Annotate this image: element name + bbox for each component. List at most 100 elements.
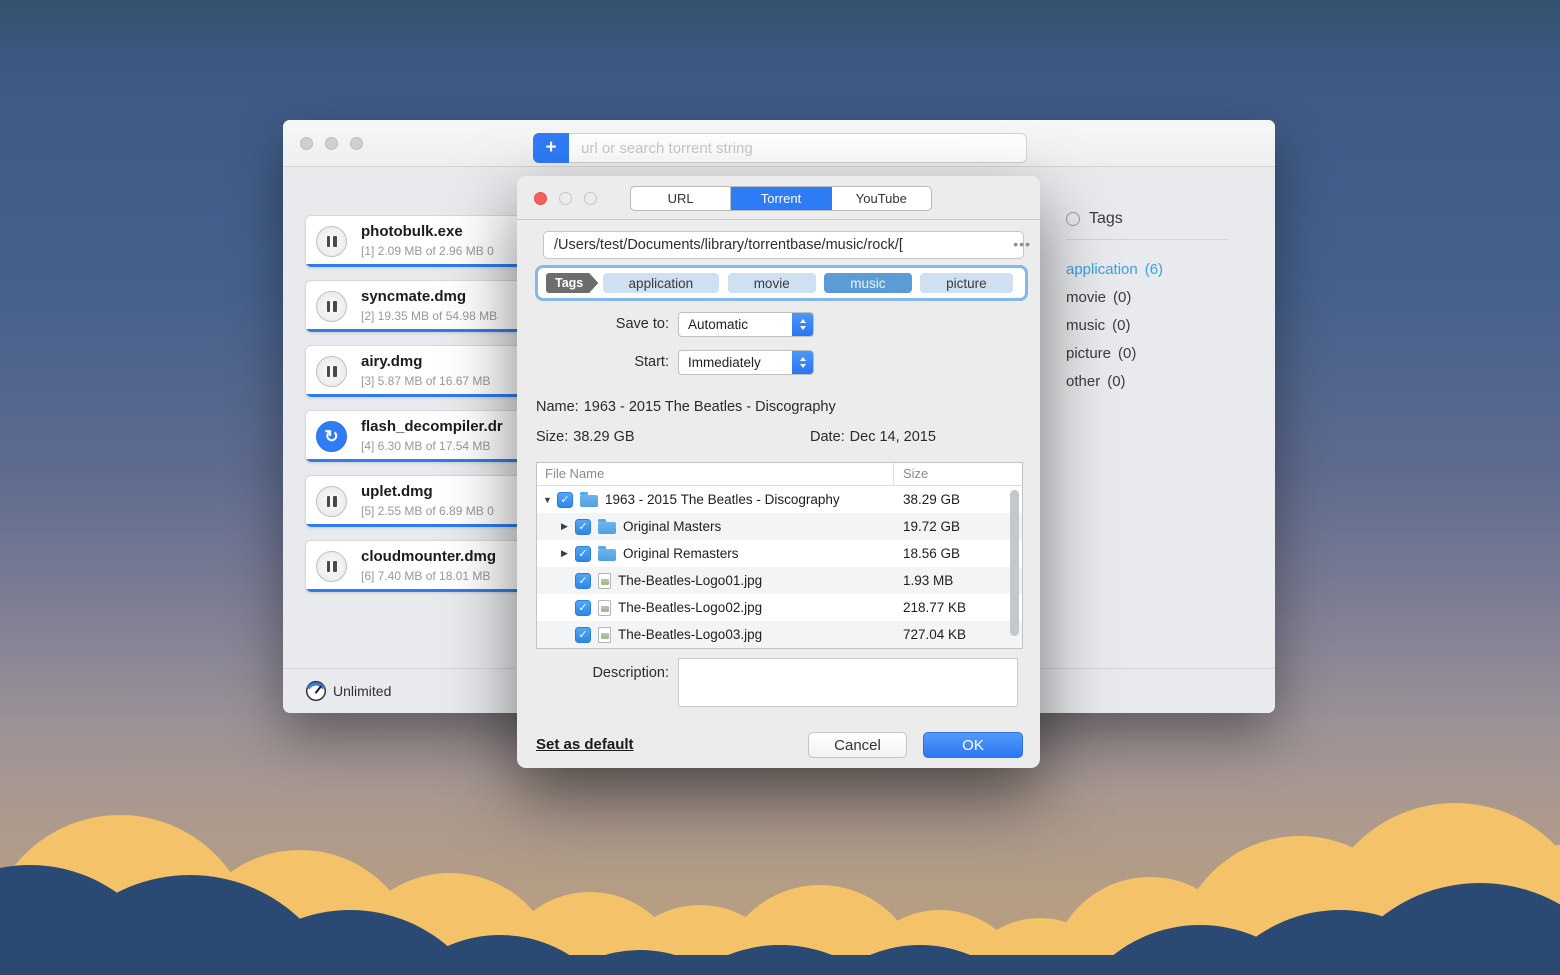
torrent-date-line: Date:Dec 14, 2015 (810, 429, 936, 445)
file-table: File Name Size 1963 - 2015 The Beatles -… (536, 462, 1023, 649)
file-row[interactable]: The-Beatles-Logo01.jpg 1.93 MB (537, 567, 1022, 594)
file-row[interactable]: The-Beatles-Logo03.jpg 727.04 KB (537, 621, 1022, 648)
file-table-header[interactable]: File Name Size (537, 463, 1022, 486)
source-tabs: URL Torrent YouTube (630, 186, 932, 211)
description-textarea[interactable] (678, 658, 1018, 707)
tag-filter-count: (6) (1145, 261, 1163, 278)
file-row[interactable]: 1963 - 2015 The Beatles - Discography 38… (537, 486, 1022, 513)
disclosure-triangle-icon[interactable] (543, 495, 557, 505)
file-checkbox[interactable] (575, 546, 591, 562)
tag-chip[interactable]: music (824, 273, 911, 293)
column-divider (893, 463, 894, 486)
file-checkbox[interactable] (575, 600, 591, 616)
file-row[interactable]: The-Beatles-Logo02.jpg 218.77 KB (537, 594, 1022, 621)
tag-chips-bar[interactable]: Tags application movie music picture (538, 268, 1025, 298)
minimize-button[interactable] (325, 137, 338, 150)
dialog-zoom-button[interactable] (584, 192, 597, 205)
download-item[interactable]: ↻ flash_decompiler.dr [4] 6.30 MB of 17.… (305, 410, 543, 463)
torrent-size-line: Size: 38.29 GB (536, 429, 635, 445)
pause-icon (327, 496, 337, 507)
ok-button[interactable]: OK (923, 732, 1023, 758)
pause-resume-button[interactable]: ↻ (316, 356, 347, 387)
tag-chip[interactable]: application (603, 273, 720, 293)
file-checkbox[interactable] (575, 519, 591, 535)
pause-resume-button[interactable]: ↻ (316, 486, 347, 517)
source-tab[interactable]: URL (631, 187, 731, 210)
disclosure-triangle-icon[interactable] (561, 548, 575, 559)
tag-filter-item[interactable]: movie (0) (1066, 283, 1246, 311)
date-value: Dec 14, 2015 (850, 429, 936, 445)
download-progress-text: [2] 19.35 MB of 54.98 MB (361, 309, 497, 323)
tag-chips: application movie music picture (598, 273, 1017, 293)
torrent-name-line: Name: 1963 - 2015 The Beatles - Discograp… (536, 399, 836, 415)
size-value: 38.29 GB (573, 429, 634, 445)
dialog-titlebar[interactable]: URL Torrent YouTube (517, 176, 1040, 220)
tag-filter-item[interactable]: other (0) (1066, 367, 1246, 395)
download-item[interactable]: ↻ syncmate.dmg [2] 19.35 MB of 54.98 MB (305, 280, 543, 333)
downloads-list: ↻ photobulk.exe [1] 2.09 MB of 2.96 MB 0… (305, 215, 543, 593)
set-as-default-link[interactable]: Set as default (536, 736, 634, 753)
pause-resume-button[interactable]: ↻ (316, 551, 347, 582)
tags-arrow-label: Tags (546, 273, 598, 293)
main-titlebar[interactable]: + (283, 120, 1275, 167)
tags-sidebar: Tags application (6) movie (0) music (0) (1066, 210, 1246, 395)
cancel-button[interactable]: Cancel (808, 732, 907, 758)
progress-bar (306, 524, 542, 528)
stepper-icon (792, 351, 813, 374)
source-tab[interactable]: YouTube (832, 187, 931, 210)
file-type-icon (580, 495, 598, 507)
add-torrent-button[interactable]: + (533, 133, 569, 163)
search-input[interactable] (569, 133, 1027, 163)
download-item[interactable]: ↻ airy.dmg [3] 5.87 MB of 16.67 MB (305, 345, 543, 398)
tags-header: Tags (1066, 210, 1246, 228)
browse-path-button[interactable]: ••• (1013, 232, 1031, 258)
file-size: 1.93 MB (903, 573, 953, 588)
tag-filter-label: movie (1066, 289, 1106, 306)
file-size: 19.72 GB (903, 519, 960, 534)
tag-filter-item[interactable]: music (0) (1066, 311, 1246, 339)
zoom-button[interactable] (350, 137, 363, 150)
close-button[interactable] (300, 137, 313, 150)
pause-resume-button[interactable]: ↻ (316, 291, 347, 322)
file-name: Original Remasters (623, 546, 739, 561)
column-file-name[interactable]: File Name (545, 466, 604, 481)
source-tab[interactable]: Torrent (731, 187, 831, 210)
download-item[interactable]: ↻ photobulk.exe [1] 2.09 MB of 2.96 MB 0 (305, 215, 543, 268)
name-value: 1963 - 2015 The Beatles - Discography (584, 399, 836, 415)
disclosure-triangle-icon[interactable] (561, 521, 575, 532)
dialog-close-button[interactable] (534, 192, 547, 205)
speedometer-icon[interactable] (305, 680, 327, 702)
file-checkbox[interactable] (575, 627, 591, 643)
start-dropdown[interactable]: Immediately (678, 350, 814, 375)
tag-chip[interactable]: movie (728, 273, 816, 293)
pause-icon (327, 236, 337, 247)
tag-filter-count: (0) (1107, 373, 1125, 390)
tag-filter-item[interactable]: application (6) (1066, 255, 1246, 283)
save-path-field[interactable]: /Users/test/Documents/library/torrentbas… (543, 231, 1024, 259)
restart-icon: ↻ (324, 428, 338, 445)
dialog-minimize-button[interactable] (559, 192, 572, 205)
speed-limit-label[interactable]: Unlimited (333, 683, 391, 699)
tag-chip[interactable]: picture (920, 273, 1013, 293)
pause-resume-button[interactable]: ↻ (316, 421, 347, 452)
file-checkbox[interactable] (575, 573, 591, 589)
file-type-icon (598, 549, 616, 561)
table-scrollbar-thumb[interactable] (1010, 490, 1019, 636)
download-item[interactable]: ↻ cloudmounter.dmg [6] 7.40 MB of 18.01 … (305, 540, 543, 593)
progress-bar (306, 394, 542, 398)
download-item[interactable]: ↻ uplet.dmg [5] 2.55 MB of 6.89 MB 0 (305, 475, 543, 528)
file-row[interactable]: Original Masters 19.72 GB (537, 513, 1022, 540)
pause-resume-button[interactable]: ↻ (316, 226, 347, 257)
description-label: Description: (517, 665, 669, 681)
file-size: 38.29 GB (903, 492, 960, 507)
file-checkbox[interactable] (557, 492, 573, 508)
search-bar: + (533, 133, 1027, 163)
size-label: Size: (536, 429, 568, 445)
tag-filter-item[interactable]: picture (0) (1066, 339, 1246, 367)
name-label: Name: (536, 399, 579, 415)
column-size[interactable]: Size (903, 466, 928, 481)
download-progress-text: [5] 2.55 MB of 6.89 MB 0 (361, 504, 494, 518)
save-to-dropdown[interactable]: Automatic (678, 312, 814, 337)
file-size: 218.77 KB (903, 600, 966, 615)
file-row[interactable]: Original Remasters 18.56 GB (537, 540, 1022, 567)
